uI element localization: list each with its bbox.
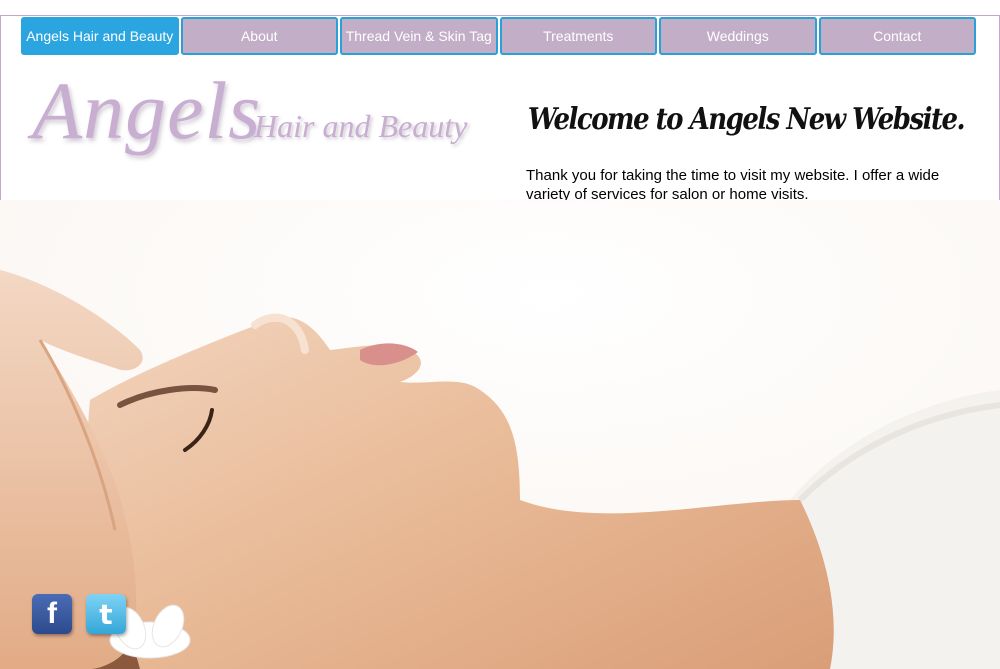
facebook-icon[interactable]: f [32,594,72,634]
nav-contact[interactable]: Contact [818,17,976,55]
logo-sub-text: Hair and Beauty [254,108,468,144]
twitter-icon[interactable]: t [86,594,126,634]
hero-image [0,200,1000,669]
welcome-paragraph: Thank you for taking the time to visit m… [526,167,940,203]
site-logo[interactable]: Angels Hair and Beauty [32,64,512,174]
nav-home[interactable]: Angels Hair and Beauty [21,17,179,55]
nav-about[interactable]: About [180,17,338,55]
main-nav: Angels Hair and Beauty About Thread Vein… [21,17,976,55]
welcome-heading: Welcome to Angels New Website. [527,102,966,138]
nav-weddings[interactable]: Weddings [659,17,817,55]
nav-thread-vein[interactable]: Thread Vein & Skin Tag [340,17,498,55]
nav-treatments[interactable]: Treatments [499,17,657,55]
social-links: f t [32,594,126,634]
logo-main-text: Angels [32,65,262,156]
